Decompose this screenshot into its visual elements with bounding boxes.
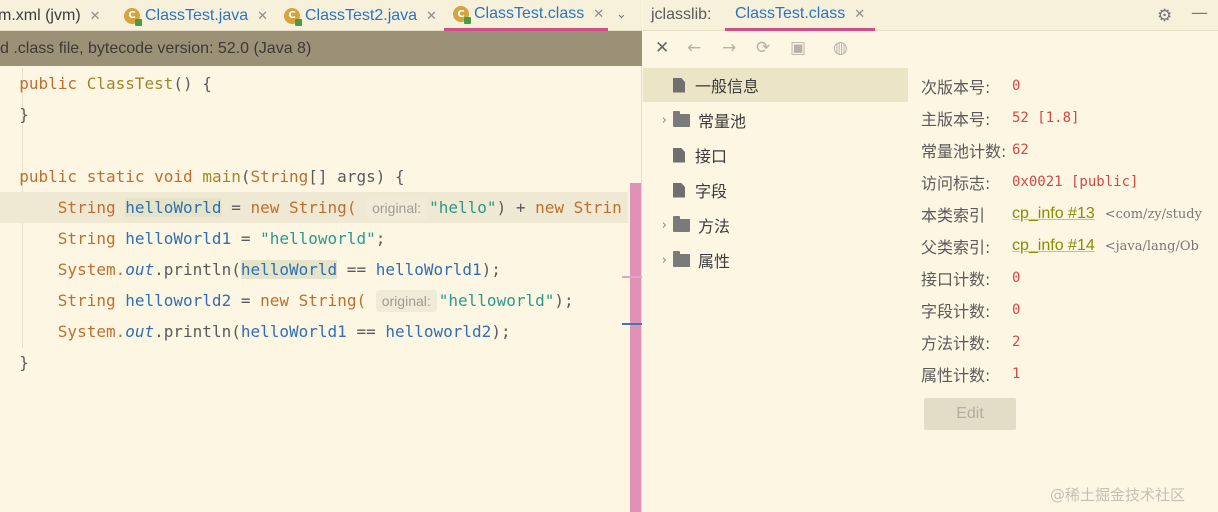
file-icon bbox=[673, 182, 685, 198]
tab-classtest-class[interactable]: C ClassTest.class ✕ bbox=[444, 0, 608, 31]
close-icon[interactable]: ✕ bbox=[854, 6, 865, 21]
gear-icon[interactable]: ⚙ bbox=[1157, 6, 1172, 26]
detail-row-attributes-count: 属性计数: 1 bbox=[921, 366, 1021, 385]
parameter-hint: original: bbox=[366, 197, 428, 219]
tab-classtest2-java[interactable]: C ClassTest2.java ✕ bbox=[284, 0, 437, 31]
file-icon bbox=[673, 147, 685, 163]
code-editor: m.xml (jvm) ✕ C ClassTest.java ✕ C Class… bbox=[0, 0, 642, 512]
jclasslib-panel: jclasslib: ClassTest.class ✕ ⚙ — ✕ ← → ⟳ … bbox=[643, 0, 1218, 512]
chevron-right-icon[interactable]: › bbox=[643, 253, 673, 268]
structure-tree: 一般信息 › 常量池 接口 字段 › 方法 › 属性 bbox=[643, 68, 908, 512]
code-line: } bbox=[19, 105, 29, 124]
error-stripe-marker[interactable] bbox=[622, 276, 642, 278]
tree-item-constant-pool[interactable]: › 常量池 bbox=[643, 103, 908, 137]
tab-pom-xml[interactable]: m.xml (jvm) ✕ bbox=[0, 0, 101, 31]
tree-item-attributes[interactable]: › 属性 bbox=[643, 243, 908, 277]
minimize-icon[interactable]: — bbox=[1191, 3, 1208, 23]
scrollbar[interactable] bbox=[630, 183, 641, 512]
code-line: String helloworld2 = new String( origina… bbox=[57, 290, 574, 312]
java-class-icon: C bbox=[284, 7, 302, 26]
super-class-link[interactable]: cp_info #14 bbox=[1012, 237, 1095, 255]
chevron-right-icon[interactable]: › bbox=[643, 113, 673, 128]
watermark: @稀土掘金技术社区 bbox=[1050, 486, 1186, 504]
tree-item-methods[interactable]: › 方法 bbox=[643, 208, 908, 242]
error-stripe-marker[interactable] bbox=[622, 323, 642, 325]
jclasslib-tab-bar: jclasslib: ClassTest.class ✕ ⚙ — bbox=[643, 0, 1218, 31]
tree-item-general-info[interactable]: 一般信息 bbox=[643, 68, 908, 102]
detail-row-methods-count: 方法计数: 2 bbox=[921, 334, 1021, 353]
code-line: System.out.println(helloWorld == helloWo… bbox=[57, 260, 501, 279]
code-line: public static void main(String[] args) { bbox=[19, 167, 405, 186]
detail-row-fields-count: 字段计数: 0 bbox=[921, 302, 1021, 321]
refresh-icon[interactable]: ⟳ bbox=[756, 38, 770, 58]
folder-icon bbox=[673, 250, 690, 267]
code-area[interactable]: public ClassTest() { } public static voi… bbox=[0, 68, 628, 512]
code-line: } bbox=[19, 353, 29, 372]
chevron-right-icon[interactable]: › bbox=[643, 218, 673, 233]
tree-item-interfaces[interactable]: 接口 bbox=[643, 138, 908, 172]
close-icon[interactable]: ✕ bbox=[257, 8, 268, 24]
java-class-icon: C bbox=[453, 6, 471, 24]
detail-row-interfaces-count: 接口计数: 0 bbox=[921, 270, 1021, 289]
chevron-down-icon[interactable]: ⌄ bbox=[616, 7, 627, 22]
close-icon[interactable]: ✕ bbox=[593, 6, 604, 22]
edit-button[interactable]: Edit bbox=[924, 398, 1016, 430]
editor-tab-bar: m.xml (jvm) ✕ C ClassTest.java ✕ C Class… bbox=[0, 0, 642, 31]
tab-classtest-java[interactable]: C ClassTest.java ✕ bbox=[124, 0, 268, 31]
code-line: System.out.println(helloWorld1 == hellow… bbox=[57, 322, 511, 341]
folder-icon bbox=[673, 215, 690, 232]
java-class-icon: C bbox=[124, 7, 142, 26]
close-icon[interactable]: ✕ bbox=[90, 8, 101, 24]
general-info-details: 次版本号: 0 主版本号: 52 [1.8] 常量池计数: 62 访问标志: 0… bbox=[908, 68, 1218, 512]
detail-row-super-class: 父类索引: cp_info #14 <java/lang/Ob bbox=[921, 237, 1199, 257]
code-line: public ClassTest() { bbox=[19, 74, 212, 93]
tree-item-fields[interactable]: 字段 bbox=[643, 173, 908, 207]
close-icon[interactable]: ✕ bbox=[426, 8, 437, 24]
folder-icon bbox=[673, 110, 690, 127]
panel-title: jclasslib: bbox=[651, 6, 712, 23]
globe-icon[interactable]: ◍ bbox=[833, 38, 848, 58]
detail-row-access-flags: 访问标志: 0x0021 [public] bbox=[921, 174, 1139, 193]
file-icon bbox=[673, 77, 685, 93]
parameter-hint: original: bbox=[375, 290, 437, 312]
back-arrow-icon[interactable]: ← bbox=[687, 38, 701, 58]
code-line: String helloWorld1 = "helloworld"; bbox=[57, 229, 386, 248]
forward-arrow-icon[interactable]: → bbox=[722, 38, 736, 58]
save-icon[interactable]: ▣ bbox=[790, 38, 806, 58]
detail-row-major-version: 主版本号: 52 [1.8] bbox=[921, 110, 1080, 129]
close-icon[interactable]: ✕ bbox=[655, 38, 669, 58]
detail-row-constant-pool-count: 常量池计数: 62 bbox=[921, 142, 1029, 161]
this-class-link[interactable]: cp_info #13 bbox=[1012, 205, 1095, 223]
jclasslib-toolbar: ✕ ← → ⟳ ▣ ◍ bbox=[643, 32, 1218, 66]
detail-row-this-class: 本类索引 cp_info #13 <com/zy/study bbox=[921, 205, 1202, 225]
decompiled-banner: d .class file, bytecode version: 52.0 (J… bbox=[0, 31, 642, 66]
detail-row-minor-version: 次版本号: 0 bbox=[921, 78, 1021, 97]
tab-classtest-class-bytecode[interactable]: ClassTest.class ✕ bbox=[725, 0, 876, 31]
code-line-current: String helloWorld = new String( original… bbox=[0, 192, 628, 223]
